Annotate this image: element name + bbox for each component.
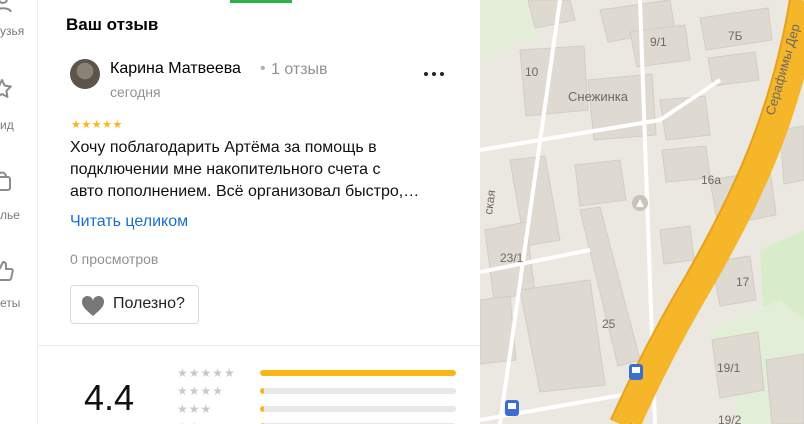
- rail-item-label: ид: [0, 118, 14, 132]
- review-stars: ★★★★★: [71, 119, 123, 131]
- people-icon: [0, 0, 12, 13]
- map-label: Снежинка: [568, 89, 629, 104]
- more-dots-icon: [424, 72, 428, 76]
- more-dots-icon: [432, 72, 436, 76]
- distribution-stars-2: ★★: [177, 420, 201, 424]
- bus-stop-icon[interactable]: [505, 400, 519, 416]
- distribution-bar-4: [260, 388, 456, 394]
- author-name[interactable]: Карина Матвеева: [110, 60, 241, 78]
- rail-item-label: еты: [0, 296, 21, 310]
- rail-item-label: лье: [0, 208, 20, 222]
- map[interactable]: 9/1 7Б 10 Снежинка 16а 23/1 25 17 19/1 1…: [480, 0, 804, 424]
- map-label: 10: [525, 65, 539, 79]
- rail-item-rating[interactable]: ид: [0, 76, 37, 134]
- author-review-count: 1 отзыв: [271, 61, 328, 78]
- rail-item-friends[interactable]: узья: [0, 0, 37, 52]
- map-label: 9/1: [650, 35, 667, 49]
- divider: [38, 345, 480, 346]
- star-icon: [0, 79, 12, 98]
- map-label: 16а: [701, 173, 721, 187]
- rating-value: 4.4: [84, 377, 135, 418]
- rail-item-tips[interactable]: еты: [0, 258, 37, 316]
- section-title: Ваш отзыв: [66, 15, 159, 34]
- review-panel: Ваш отзыв Карина Матвеева • 1 отзыв сего…: [38, 0, 480, 424]
- map-canvas[interactable]: 9/1 7Б 10 Снежинка 16а 23/1 25 17 19/1 1…: [480, 0, 804, 424]
- views-count: 0 просмотров: [70, 251, 159, 267]
- useful-label: Полезно?: [113, 295, 185, 312]
- map-label: 7Б: [728, 29, 743, 43]
- rail-item-label: узья: [0, 24, 25, 38]
- distribution-fill: [260, 388, 264, 394]
- heart-icon: [81, 295, 105, 316]
- distribution-stars-5: ★★★★★: [177, 366, 236, 380]
- map-label: 25: [602, 317, 616, 331]
- bag-icon: [0, 171, 11, 191]
- left-rail: узья ид лье еты: [0, 0, 38, 424]
- map-label: 19/1: [717, 361, 741, 375]
- distribution-fill: [260, 370, 456, 376]
- distribution-stars-3: ★★★: [177, 402, 213, 416]
- read-more-link[interactable]: Читать целиком: [70, 213, 188, 231]
- map-label: 17: [736, 275, 750, 289]
- bus-stop-icon[interactable]: [629, 364, 643, 380]
- distribution-stars-4: ★★★★: [177, 384, 225, 398]
- rail-item-shop[interactable]: лье: [0, 164, 37, 222]
- review-date: сегодня: [110, 84, 161, 100]
- place-marker-icon[interactable]: [632, 195, 648, 211]
- map-label: 23/1: [500, 251, 524, 265]
- distribution-fill: [260, 406, 264, 412]
- avatar[interactable]: [70, 59, 100, 89]
- distribution-bar-3: [260, 406, 456, 412]
- review-text-line: авто пополнением. Всё организовал быстро…: [70, 183, 420, 200]
- active-tab-indicator: [230, 0, 292, 3]
- more-dots-icon: [440, 72, 444, 76]
- review-text-line: подключении мне накопительного счета с: [70, 161, 381, 178]
- useful-button[interactable]: Полезно?: [70, 285, 199, 324]
- thumb-icon: [0, 261, 14, 281]
- distribution-bar-5: [260, 370, 456, 376]
- review-text-line: Хочу поблагодарить Артёма за помощь в: [70, 139, 377, 156]
- map-label: 19/2: [718, 413, 742, 424]
- review-text: Хочу поблагодарить Артёма за помощь в по…: [70, 137, 460, 203]
- separator-dot: •: [260, 60, 266, 77]
- more-options-button[interactable]: [420, 66, 448, 82]
